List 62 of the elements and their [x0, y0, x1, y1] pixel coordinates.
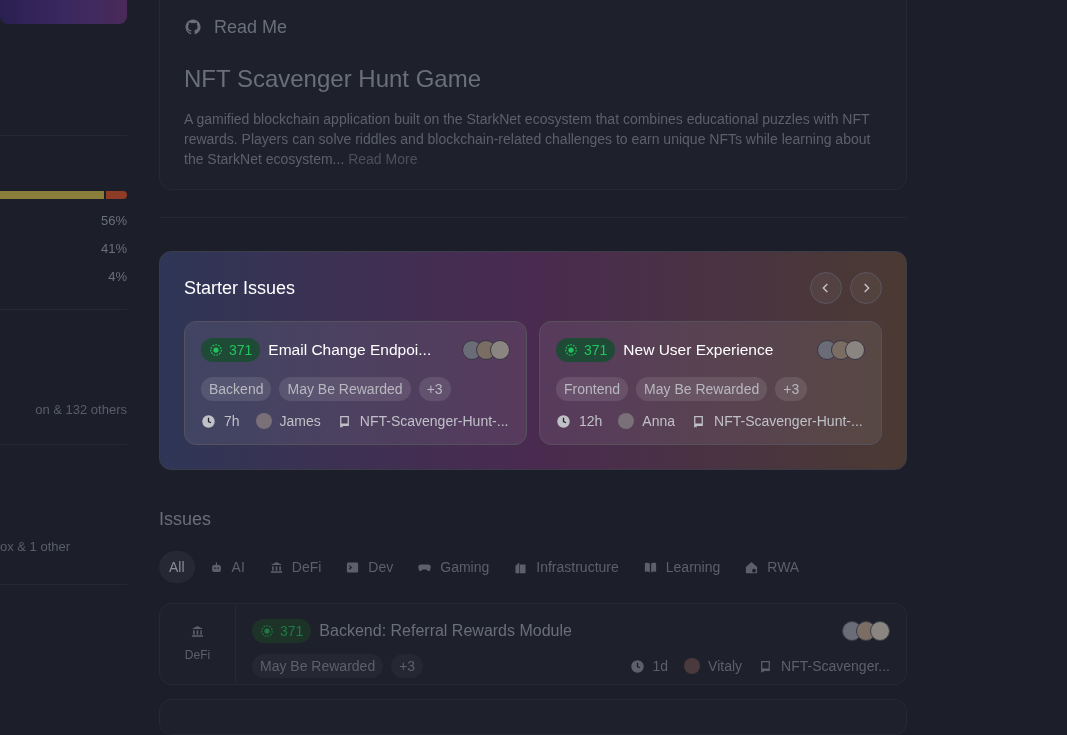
category-filter-tab[interactable]: Infrastructure — [503, 551, 629, 584]
issue-title: Backend: Referral Rewards Module — [319, 621, 573, 642]
category-filter-tab[interactable]: Learning — [632, 551, 731, 584]
category-filter-tab[interactable]: Dev — [335, 551, 404, 584]
author-name: Vitaly — [708, 657, 743, 677]
author-avatar — [684, 658, 701, 675]
target-icon — [209, 343, 223, 358]
tag: +3 — [775, 377, 808, 402]
house-icon — [744, 559, 760, 575]
github-icon — [184, 18, 202, 36]
category-filter-tab[interactable]: All — [159, 551, 195, 584]
tag: May Be Rewarded — [252, 654, 384, 679]
next-button[interactable] — [850, 272, 882, 305]
issue-age: 12h — [579, 412, 603, 432]
target-icon — [260, 624, 274, 639]
category-filter-tab[interactable]: AI — [198, 551, 255, 584]
starter-issue-card[interactable]: 371 New User Experience Frontend May Be Rewarded +3 12h Anna NFT-Scavenger-Hunt-... — [539, 321, 882, 446]
avatar — [490, 340, 510, 361]
author-avatar — [618, 413, 635, 430]
tag: +3 — [391, 654, 424, 679]
repository-name: NFT-Scavenger... — [781, 657, 890, 677]
tag: Backend — [201, 377, 272, 402]
category-filter-tab[interactable]: RWA — [734, 551, 810, 584]
clock-icon — [201, 413, 216, 429]
issue-title: New User Experience — [623, 340, 775, 361]
readme-heading: Read Me — [214, 16, 288, 39]
issue-number-badge: 371 — [201, 338, 261, 363]
tag: Frontend — [556, 377, 629, 402]
issue-number-badge: 371 — [252, 619, 312, 644]
issue-title: Email Change Endpoi... — [268, 340, 433, 361]
section-title: Starter Issues — [184, 277, 296, 301]
issue-row[interactable]: DeFi 371 Backend: Referral Rewards Module May Be Rewarded +3 1d Vitaly NFT-Scavenger... — [159, 603, 907, 685]
bank-icon — [190, 624, 205, 640]
clock-icon — [629, 658, 645, 674]
author-avatar — [255, 413, 272, 430]
target-icon — [564, 343, 578, 358]
project-title: NFT Scavenger Hunt Game — [184, 64, 482, 94]
bank-icon — [268, 559, 284, 575]
maintainers-text: ox & 1 other — [0, 537, 71, 556]
category-filter-tab[interactable]: Gaming — [407, 551, 500, 584]
clock-icon — [556, 413, 571, 429]
issue-age: 1d — [652, 657, 669, 677]
tag: May Be Rewarded — [636, 377, 768, 402]
starter-issue-card[interactable]: 371 Email Change Endpoi... Backend May Be Rewarded +3 7h James NFT-Scavenger-Hunt-... — [184, 321, 527, 446]
issue-number-badge: 371 — [556, 338, 616, 363]
previous-button[interactable] — [810, 272, 842, 305]
issue-age: 7h — [224, 412, 240, 432]
repository-name: NFT-Scavenger-Hunt-... — [714, 412, 863, 432]
avatar — [845, 340, 865, 361]
tag: May Be Rewarded — [279, 377, 411, 402]
language-percent: 41% — [100, 240, 127, 258]
avatar — [870, 621, 890, 642]
language-percent: 56% — [100, 212, 127, 230]
section-title: Issues — [159, 508, 213, 532]
category-filter-tab[interactable]: DeFi — [258, 551, 332, 584]
language-percent: 4% — [108, 268, 127, 286]
repository-name: NFT-Scavenger-Hunt-... — [359, 412, 509, 432]
contributors-text: on & 132 others — [35, 400, 127, 419]
author-name: James — [279, 412, 321, 432]
tag: +3 — [418, 377, 451, 402]
author-name: Anna — [642, 412, 676, 432]
category-label: DeFi — [184, 647, 211, 664]
